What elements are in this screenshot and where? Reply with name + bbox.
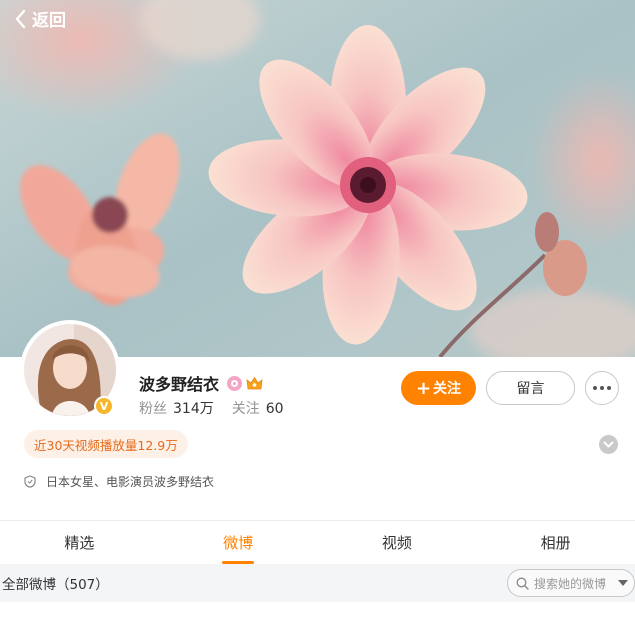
tab-label: 精选 <box>64 534 95 552</box>
followers-count[interactable]: 314万 <box>173 398 214 418</box>
following-label: 关注 <box>231 401 260 417</box>
plus-icon: + <box>415 377 432 399</box>
dot-icon <box>593 386 597 390</box>
shield-icon <box>24 475 36 488</box>
cover-banner: 返回 <box>0 0 635 357</box>
pink-badge-icon[interactable] <box>227 375 243 391</box>
tab-label: 相册 <box>540 534 571 552</box>
dot-icon <box>600 386 604 390</box>
chevron-left-icon <box>15 9 26 28</box>
video-views-text: 近30天视频播放量12.9万 <box>34 437 178 453</box>
posts-filter-bar: 全部微博（507） 搜索她的微博 <box>0 564 635 602</box>
bio-row: 日本女星、电影演员波多野结衣 <box>24 473 214 490</box>
followers-label: 粉丝 <box>139 401 167 417</box>
tab-featured[interactable]: 精选 <box>0 521 159 564</box>
back-label: 返回 <box>32 11 66 31</box>
cover-image <box>0 0 635 357</box>
tab-weibo[interactable]: 微博 <box>159 521 318 564</box>
profile-tabs: 精选 微博 视频 相册 <box>0 521 635 564</box>
all-posts-label[interactable]: 全部微博（507） <box>2 573 109 593</box>
tab-label: 微博 <box>223 534 254 552</box>
more-options-button[interactable] <box>585 371 619 405</box>
profile-stats: 粉丝 314万 关注 60 <box>139 398 302 418</box>
dot-icon <box>607 386 611 390</box>
search-posts-input[interactable]: 搜索她的微博 <box>507 569 635 597</box>
profile-page: 返回 V 波多野结衣 粉丝 314万 关注 60 + 关注 留言 近30天视频播… <box>0 0 635 619</box>
back-button[interactable]: 返回 <box>12 6 66 31</box>
bio-text: 日本女星、电影演员波多野结衣 <box>46 475 215 489</box>
chevron-down-icon <box>603 441 614 447</box>
message-button[interactable]: 留言 <box>486 371 575 405</box>
message-label: 留言 <box>516 381 545 397</box>
crown-badge-icon[interactable] <box>246 376 263 391</box>
expand-button[interactable] <box>599 435 618 454</box>
video-views-tag[interactable]: 近30天视频播放量12.9万 <box>24 430 188 458</box>
follow-button[interactable]: + 关注 <box>401 371 476 405</box>
profile-name: 波多野结衣 <box>139 375 220 394</box>
profile-name-row: 波多野结衣 <box>139 371 263 395</box>
verified-icon: V <box>94 396 114 416</box>
tab-albums[interactable]: 相册 <box>476 521 635 564</box>
search-placeholder: 搜索她的微博 <box>534 576 607 591</box>
dropdown-caret-icon[interactable] <box>618 580 628 586</box>
search-icon <box>516 577 529 590</box>
tab-label: 视频 <box>381 534 412 552</box>
following-count[interactable]: 60 <box>266 401 284 417</box>
follow-label: 关注 <box>433 381 462 397</box>
tab-videos[interactable]: 视频 <box>318 521 477 564</box>
